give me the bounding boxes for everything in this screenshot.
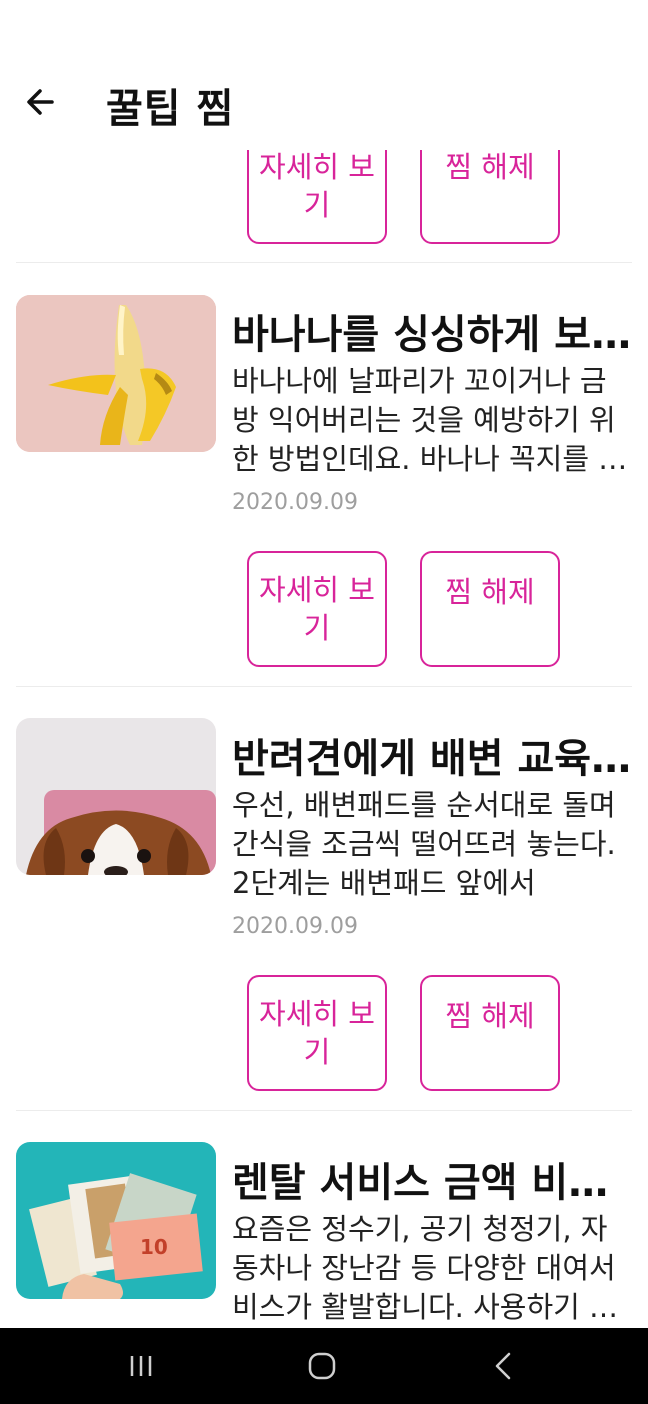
tip-description: 우선, 배변패드를 순서대로 돌며 간식을 조금씩 떨어뜨려 놓는다. 2단계는… xyxy=(232,788,616,900)
svg-text:10: 10 xyxy=(140,1235,168,1259)
tip-thumbnail-dog[interactable] xyxy=(16,718,216,875)
detail-button[interactable]: 자세히 보기 xyxy=(247,150,387,244)
detail-button[interactable]: 자세히 보기 xyxy=(247,551,387,667)
recent-apps-icon[interactable] xyxy=(127,1352,155,1380)
system-navigation-bar xyxy=(0,1328,648,1404)
divider xyxy=(16,686,632,687)
unfavorite-button[interactable]: 찜 해제 xyxy=(420,150,560,244)
banana-image xyxy=(16,295,216,452)
money-image: 10 xyxy=(16,1142,216,1299)
tip-description: 바나나에 날파리가 꼬이거나 금방 익어버리는 것을 예방하기 위한 방법인데요… xyxy=(232,364,625,482)
back-arrow-icon xyxy=(27,89,54,115)
favorite-tips-list[interactable]: 자세히 보기 찜 해제 바나나를 싱싱하게 보관하는 법 바나나에 날파리가 꼬… xyxy=(0,150,648,1328)
divider xyxy=(16,262,632,263)
home-icon[interactable] xyxy=(307,1351,337,1381)
tip-title[interactable]: 반려견에게 배변 교육하기 xyxy=(232,726,632,784)
page-title: 꿀팁 찜 xyxy=(106,86,235,132)
tip-description: 요즘은 정수기, 공기 청정기, 자동차나 장난감 등 다양한 대여서비스가 활… xyxy=(232,1212,616,1324)
tip-thumbnail-money[interactable]: 10 xyxy=(16,1142,216,1299)
tip-date: 2020.09.09 xyxy=(232,914,358,939)
unfavorite-button[interactable]: 찜 해제 xyxy=(420,975,560,1091)
tip-thumbnail-banana[interactable] xyxy=(16,295,216,452)
detail-button[interactable]: 자세히 보기 xyxy=(247,975,387,1091)
back-nav-icon[interactable] xyxy=(490,1351,518,1381)
tip-date: 2020.09.09 xyxy=(232,490,358,515)
tip-title[interactable]: 렌탈 서비스 금액 비교하기 xyxy=(232,1150,632,1208)
dog-image xyxy=(16,718,216,875)
divider xyxy=(16,1110,632,1111)
tip-title[interactable]: 바나나를 싱싱하게 보관하는 법 xyxy=(232,302,632,360)
app-header: 꿀팁 찜 xyxy=(0,0,648,150)
unfavorite-button[interactable]: 찜 해제 xyxy=(420,551,560,667)
back-button[interactable] xyxy=(22,82,62,122)
